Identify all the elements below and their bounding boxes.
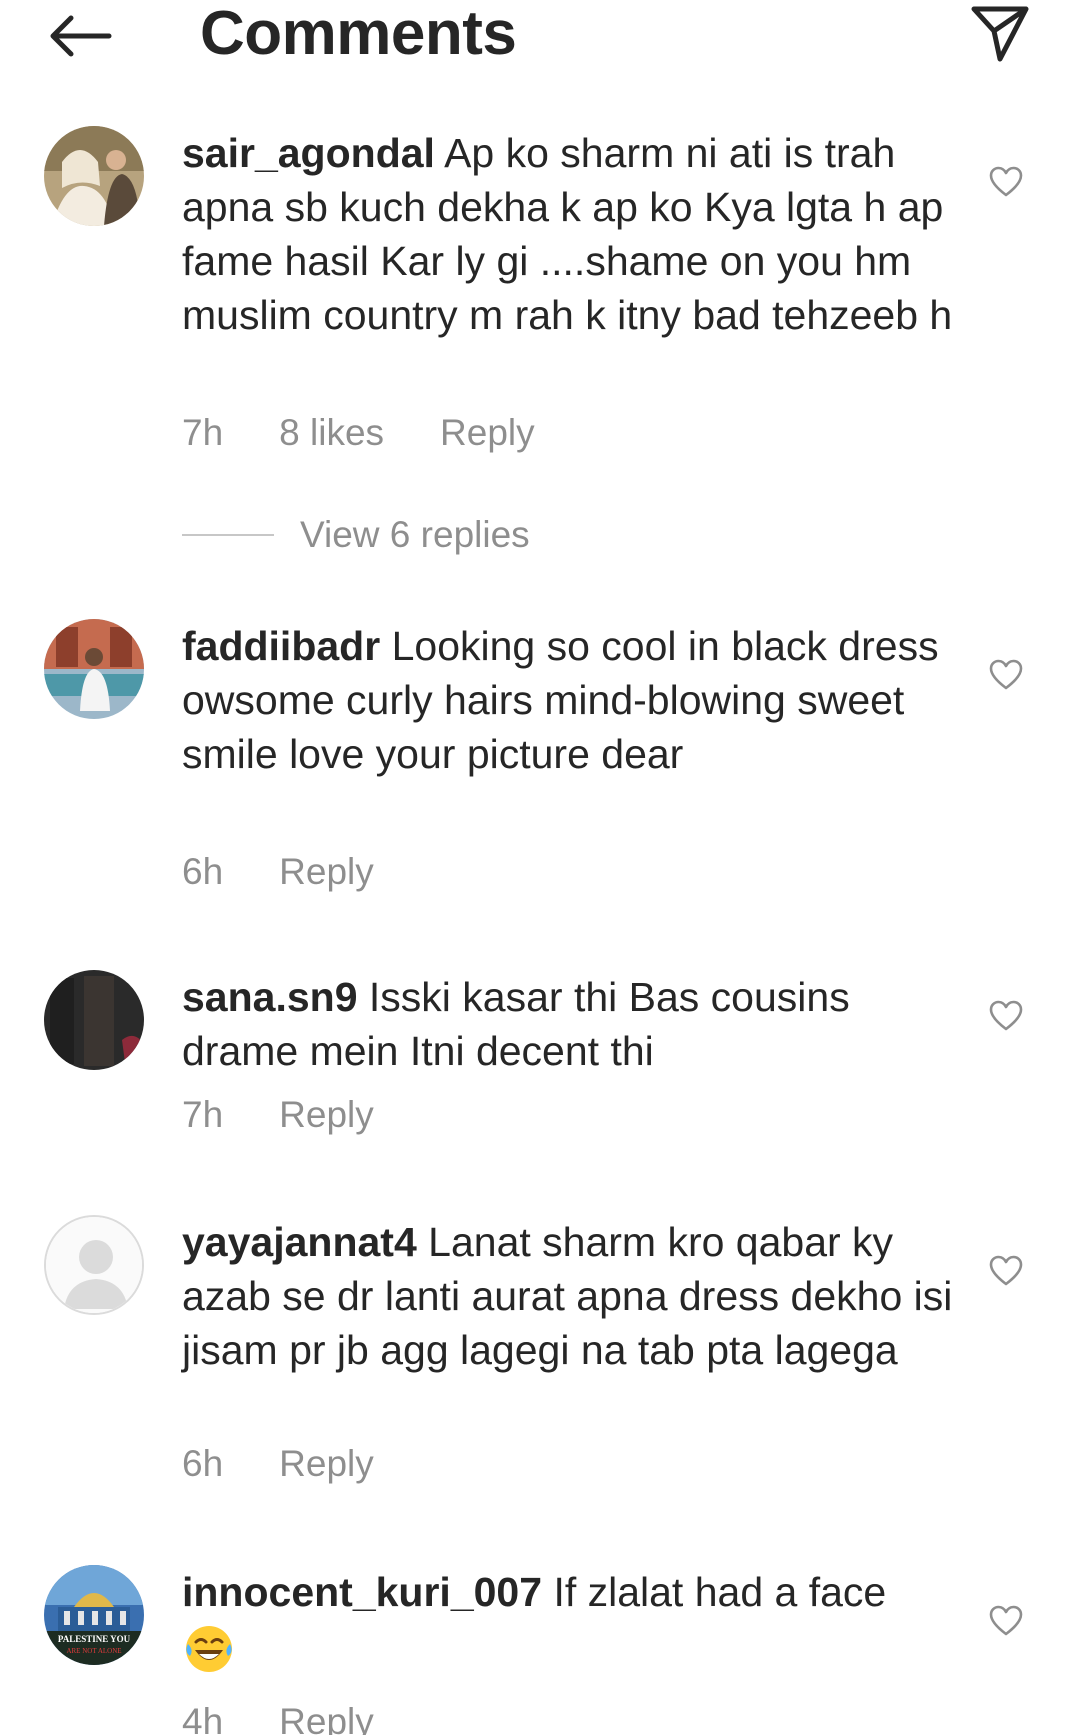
badge-text-line1: PALESTINE YOU [58, 1634, 131, 1644]
paper-plane-icon [971, 6, 1029, 62]
comment-meta: 7h 8 likes Reply [182, 411, 535, 455]
comment-body: innocent_kuri_007 If zlalat had a face [182, 1565, 960, 1676]
comment-username[interactable]: sana.sn9 [182, 974, 358, 1020]
heart-icon [989, 659, 1023, 690]
avatar[interactable] [44, 126, 144, 226]
comment-username[interactable]: yayajannat4 [182, 1219, 417, 1265]
view-replies-button[interactable]: View 6 replies [182, 513, 530, 557]
comment-text: If zlalat had a face [553, 1569, 887, 1615]
like-button[interactable] [980, 1245, 1032, 1297]
avatar[interactable] [44, 619, 144, 719]
send-button[interactable] [964, 2, 1036, 66]
like-button[interactable] [980, 156, 1032, 208]
comment-time: 6h [182, 1443, 224, 1484]
view-replies-label: View 6 replies [300, 514, 530, 555]
divider-line [182, 534, 274, 536]
comment-username[interactable]: sair_agondal [182, 130, 435, 176]
reply-button[interactable]: Reply [279, 1700, 374, 1735]
heart-icon [989, 1000, 1023, 1031]
heart-icon [989, 1605, 1023, 1636]
comment-time: 6h [182, 851, 224, 892]
like-button[interactable] [980, 1595, 1032, 1647]
comment-time: 7h [182, 1094, 224, 1135]
avatar[interactable] [44, 970, 144, 1070]
comment-meta: 6h Reply [182, 850, 374, 894]
reply-button[interactable]: Reply [279, 1442, 374, 1486]
comment-meta: 6h Reply [182, 1442, 374, 1486]
comment-body: sair_agondal Ap ko sharm ni ati is trah … [182, 126, 960, 342]
heart-icon [989, 1255, 1023, 1286]
comment-username[interactable]: faddiibadr [182, 623, 380, 669]
header-bar: Comments [0, 0, 1080, 80]
back-button[interactable] [40, 8, 120, 64]
like-button[interactable] [980, 990, 1032, 1042]
comment-meta: 4h Reply [182, 1700, 374, 1735]
comment-time: 7h [182, 412, 224, 453]
avatar[interactable]: PALESTINE YOU ARE NOT ALONE [44, 1565, 144, 1665]
comment-body: faddiibadr Looking so cool in black dres… [182, 619, 960, 781]
arrow-left-icon [50, 15, 112, 57]
reply-button[interactable]: Reply [440, 411, 535, 455]
comment-meta: 7h Reply [182, 1093, 374, 1137]
comment-body: sana.sn9 Isski kasar thi Bas cousins dra… [182, 970, 960, 1078]
likes-count-link[interactable]: 8 likes [279, 411, 384, 455]
reply-button[interactable]: Reply [279, 850, 374, 894]
page-title: Comments [200, 0, 517, 68]
heart-icon [989, 166, 1023, 197]
comment-body: yayajannat4 Lanat sharm kro qabar ky aza… [182, 1215, 960, 1377]
reply-button[interactable]: Reply [279, 1093, 374, 1137]
avatar[interactable] [44, 1215, 144, 1315]
comment-time: 4h [182, 1701, 224, 1735]
badge-text-line2: ARE NOT ALONE [66, 1647, 121, 1655]
laughing-crying-emoji [182, 1622, 236, 1676]
like-button[interactable] [980, 649, 1032, 701]
comment-username[interactable]: innocent_kuri_007 [182, 1569, 542, 1615]
